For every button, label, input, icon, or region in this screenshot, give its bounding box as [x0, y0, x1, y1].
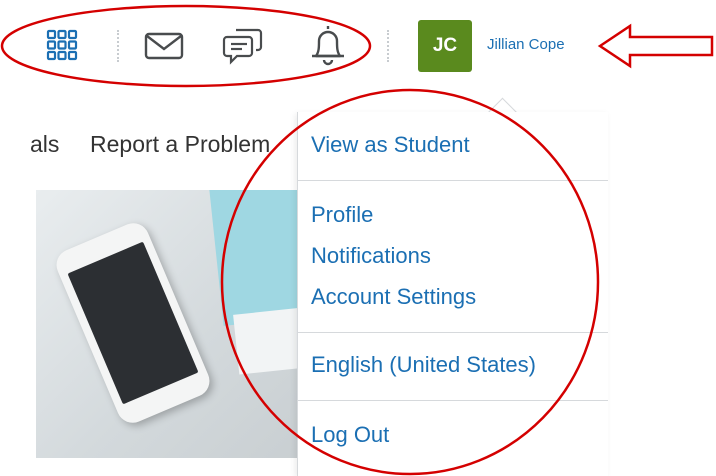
toolbar-separator: [387, 30, 389, 62]
hero-image: [36, 190, 298, 458]
menu-item-log-out[interactable]: Log Out: [311, 422, 389, 448]
mail-icon[interactable]: [142, 28, 186, 64]
nav-item-report-problem[interactable]: Report a Problem: [90, 131, 270, 158]
menu-divider: [298, 180, 608, 181]
bell-icon[interactable]: [306, 20, 350, 70]
user-name-link[interactable]: Jillian Cope: [487, 36, 565, 53]
menu-item-profile[interactable]: Profile: [311, 202, 373, 228]
top-navbar: JC Jillian Cope: [0, 0, 716, 92]
menu-divider: [298, 400, 608, 401]
menu-item-language[interactable]: English (United States): [311, 352, 536, 378]
apps-grid-icon[interactable]: [42, 25, 82, 65]
hero-paper: [209, 190, 298, 326]
menu-item-account-settings[interactable]: Account Settings: [311, 284, 476, 310]
menu-divider: [298, 332, 608, 333]
nav-item-partial[interactable]: als: [30, 131, 59, 158]
hero-paper-light: [233, 305, 298, 375]
toolbar-separator: [117, 30, 119, 62]
menu-item-view-as-student[interactable]: View as Student: [311, 132, 470, 158]
menu-item-notifications[interactable]: Notifications: [311, 243, 431, 269]
avatar[interactable]: JC: [418, 20, 472, 72]
user-menu-dropdown: View as Student Profile Notifications Ac…: [297, 112, 608, 476]
chat-icon[interactable]: [220, 22, 266, 68]
